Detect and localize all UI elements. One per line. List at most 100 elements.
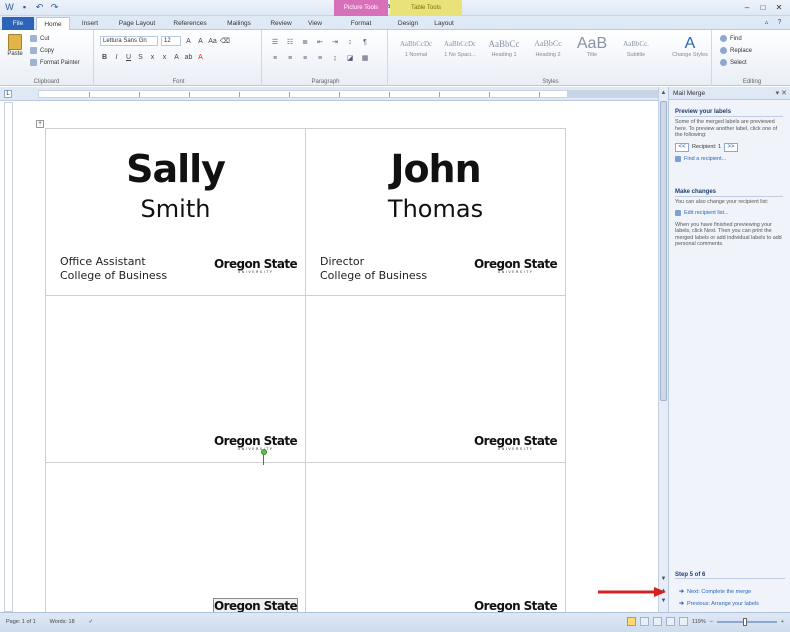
tab-insert[interactable]: Insert xyxy=(74,17,106,30)
help-controls: ▵ ? xyxy=(762,18,784,27)
font-group-label: Font xyxy=(172,79,185,85)
label-cell-2[interactable]: John Thomas Director College of Business… xyxy=(306,129,566,296)
zoom-out-icon[interactable]: – xyxy=(710,619,713,625)
superscript-icon[interactable]: x xyxy=(160,54,169,61)
find-button[interactable]: Find xyxy=(720,35,742,42)
label-cell-5[interactable]: Oregon State xyxy=(46,449,306,614)
replace-button[interactable]: Replace xyxy=(720,47,752,54)
shrink-font-icon[interactable]: A xyxy=(196,38,205,45)
change-case-icon[interactable]: Aa xyxy=(208,38,217,45)
zoom-slider-thumb[interactable] xyxy=(742,617,747,626)
paste-button[interactable]: Paste xyxy=(4,34,26,68)
style-title[interactable]: AaB Title xyxy=(572,36,612,66)
word-count[interactable]: Words: 18 xyxy=(50,619,75,625)
decrease-indent-icon[interactable]: ⇤ xyxy=(315,38,325,47)
subscript-icon[interactable]: x xyxy=(148,54,157,61)
style-subtitle[interactable]: AaBbCc. Subtitle xyxy=(616,36,656,66)
font-color-icon[interactable]: A xyxy=(196,54,205,61)
outline-view-button[interactable] xyxy=(666,617,676,626)
tab-view[interactable]: View xyxy=(300,17,330,30)
borders-icon[interactable]: ▦ xyxy=(360,54,370,63)
pane-close-icon[interactable]: ▾ ✕ xyxy=(776,87,787,100)
tab-selector[interactable]: L xyxy=(4,90,12,98)
style-no-spacing[interactable]: AaBbCcDc 1 No Spaci... xyxy=(440,36,480,66)
close-icon[interactable]: ✕ xyxy=(772,2,786,13)
bold-icon[interactable]: B xyxy=(100,54,109,61)
format-painter-button[interactable]: Format Painter xyxy=(30,59,80,66)
print-layout-view-button[interactable] xyxy=(627,617,637,626)
zoom-level[interactable]: 119% xyxy=(692,619,706,625)
tab-format[interactable]: Format xyxy=(340,17,382,30)
tab-layout[interactable]: Layout xyxy=(428,17,460,30)
zoom-in-icon[interactable]: + xyxy=(781,619,784,625)
scroll-thumb[interactable] xyxy=(660,101,667,401)
align-center-icon[interactable]: ≡ xyxy=(285,54,295,63)
strikethrough-icon[interactable]: S xyxy=(136,54,145,61)
align-right-icon[interactable]: ≡ xyxy=(300,54,310,63)
select-button[interactable]: Select xyxy=(720,59,747,66)
sort-icon[interactable]: ↕ xyxy=(345,38,355,47)
text-effects-icon[interactable]: A xyxy=(172,54,181,61)
find-icon xyxy=(675,155,681,162)
underline-icon[interactable]: U xyxy=(124,54,133,61)
next-recipient-button[interactable]: >> xyxy=(724,142,739,152)
page-count[interactable]: Page: 1 of 1 xyxy=(6,619,36,625)
multilevel-list-icon[interactable]: ≣ xyxy=(300,38,310,47)
previous-step-link[interactable]: ➔ Previous: Arrange your labels xyxy=(679,600,759,608)
clear-format-icon[interactable]: ⌫ xyxy=(220,37,230,45)
style-normal[interactable]: AaBbCcDc 1 Normal xyxy=(396,36,436,66)
show-marks-icon[interactable]: ¶ xyxy=(360,38,370,47)
rotate-handle[interactable] xyxy=(261,449,267,455)
find-recipient-link[interactable]: Find a recipient... xyxy=(675,155,783,162)
grow-font-icon[interactable]: A xyxy=(184,38,193,45)
proofing-icon[interactable]: ✓ xyxy=(89,619,94,625)
full-screen-view-button[interactable] xyxy=(640,617,650,626)
line-spacing-icon[interactable]: ↨ xyxy=(330,54,340,63)
change-styles-button[interactable]: A Change Styles xyxy=(672,36,708,66)
shading-icon[interactable]: ◪ xyxy=(345,54,355,63)
edit-recipient-list-link[interactable]: Edit recipient list... xyxy=(675,209,783,216)
horizontal-ruler[interactable] xyxy=(38,90,568,98)
collapse-ribbon-icon[interactable]: ▵ xyxy=(762,18,771,27)
osu-logo-selected[interactable]: Oregon State xyxy=(213,598,298,614)
increase-indent-icon[interactable]: ⇥ xyxy=(330,38,340,47)
vertical-scrollbar[interactable]: ▲ ▼ ▲ ▼ xyxy=(658,87,668,612)
next-step-link[interactable]: ➔ Next: Complete the merge xyxy=(679,588,751,596)
labels-table: Sally Smith Office Assistant College of … xyxy=(45,128,566,614)
previous-recipient-button[interactable]: << xyxy=(675,142,689,152)
minimize-icon[interactable]: – xyxy=(740,2,754,13)
zoom-slider[interactable] xyxy=(716,617,777,626)
label-cell-6[interactable]: Oregon State xyxy=(306,463,566,613)
next-page-icon[interactable]: ▼ xyxy=(659,597,668,605)
scroll-up-icon[interactable]: ▲ xyxy=(659,89,668,97)
copy-button[interactable]: Copy xyxy=(30,47,54,54)
justify-icon[interactable]: ≡ xyxy=(315,54,325,63)
align-left-icon[interactable]: ≡ xyxy=(270,54,280,63)
maximize-icon[interactable]: □ xyxy=(756,2,770,13)
italic-icon[interactable]: I xyxy=(112,54,121,61)
tab-mailings[interactable]: Mailings xyxy=(218,17,260,30)
label-cell-3[interactable]: Oregon State UNIVERSITY xyxy=(46,296,306,463)
tab-home[interactable]: Home xyxy=(36,17,70,30)
help-icon[interactable]: ? xyxy=(775,18,784,27)
bullets-icon[interactable]: ☰ xyxy=(270,38,280,47)
font-size-combo[interactable]: 12 xyxy=(161,36,181,46)
web-layout-view-button[interactable] xyxy=(653,617,663,626)
cut-button[interactable]: Cut xyxy=(30,35,49,42)
table-move-handle[interactable]: + xyxy=(36,120,44,128)
label-cell-4[interactable]: Oregon State UNIVERSITY xyxy=(306,296,566,463)
style-heading-2[interactable]: AaBbCc Heading 2 xyxy=(528,36,568,66)
draft-view-button[interactable] xyxy=(679,617,689,626)
tab-page-layout[interactable]: Page Layout xyxy=(112,17,162,30)
style-heading-1[interactable]: AaBbCc Heading 1 xyxy=(484,36,524,66)
tab-references[interactable]: References xyxy=(166,17,214,30)
tab-file[interactable]: File xyxy=(2,17,34,30)
vertical-ruler[interactable] xyxy=(4,102,13,612)
label-cell-1[interactable]: Sally Smith Office Assistant College of … xyxy=(46,129,306,296)
highlight-icon[interactable]: ab xyxy=(184,54,193,61)
tab-review[interactable]: Review xyxy=(264,17,298,30)
scroll-down-icon[interactable]: ▼ xyxy=(659,575,668,583)
font-name-combo[interactable]: Lettura Sans Gn xyxy=(100,36,158,46)
tab-design[interactable]: Design xyxy=(392,17,424,30)
numbering-icon[interactable]: ☷ xyxy=(285,38,295,47)
